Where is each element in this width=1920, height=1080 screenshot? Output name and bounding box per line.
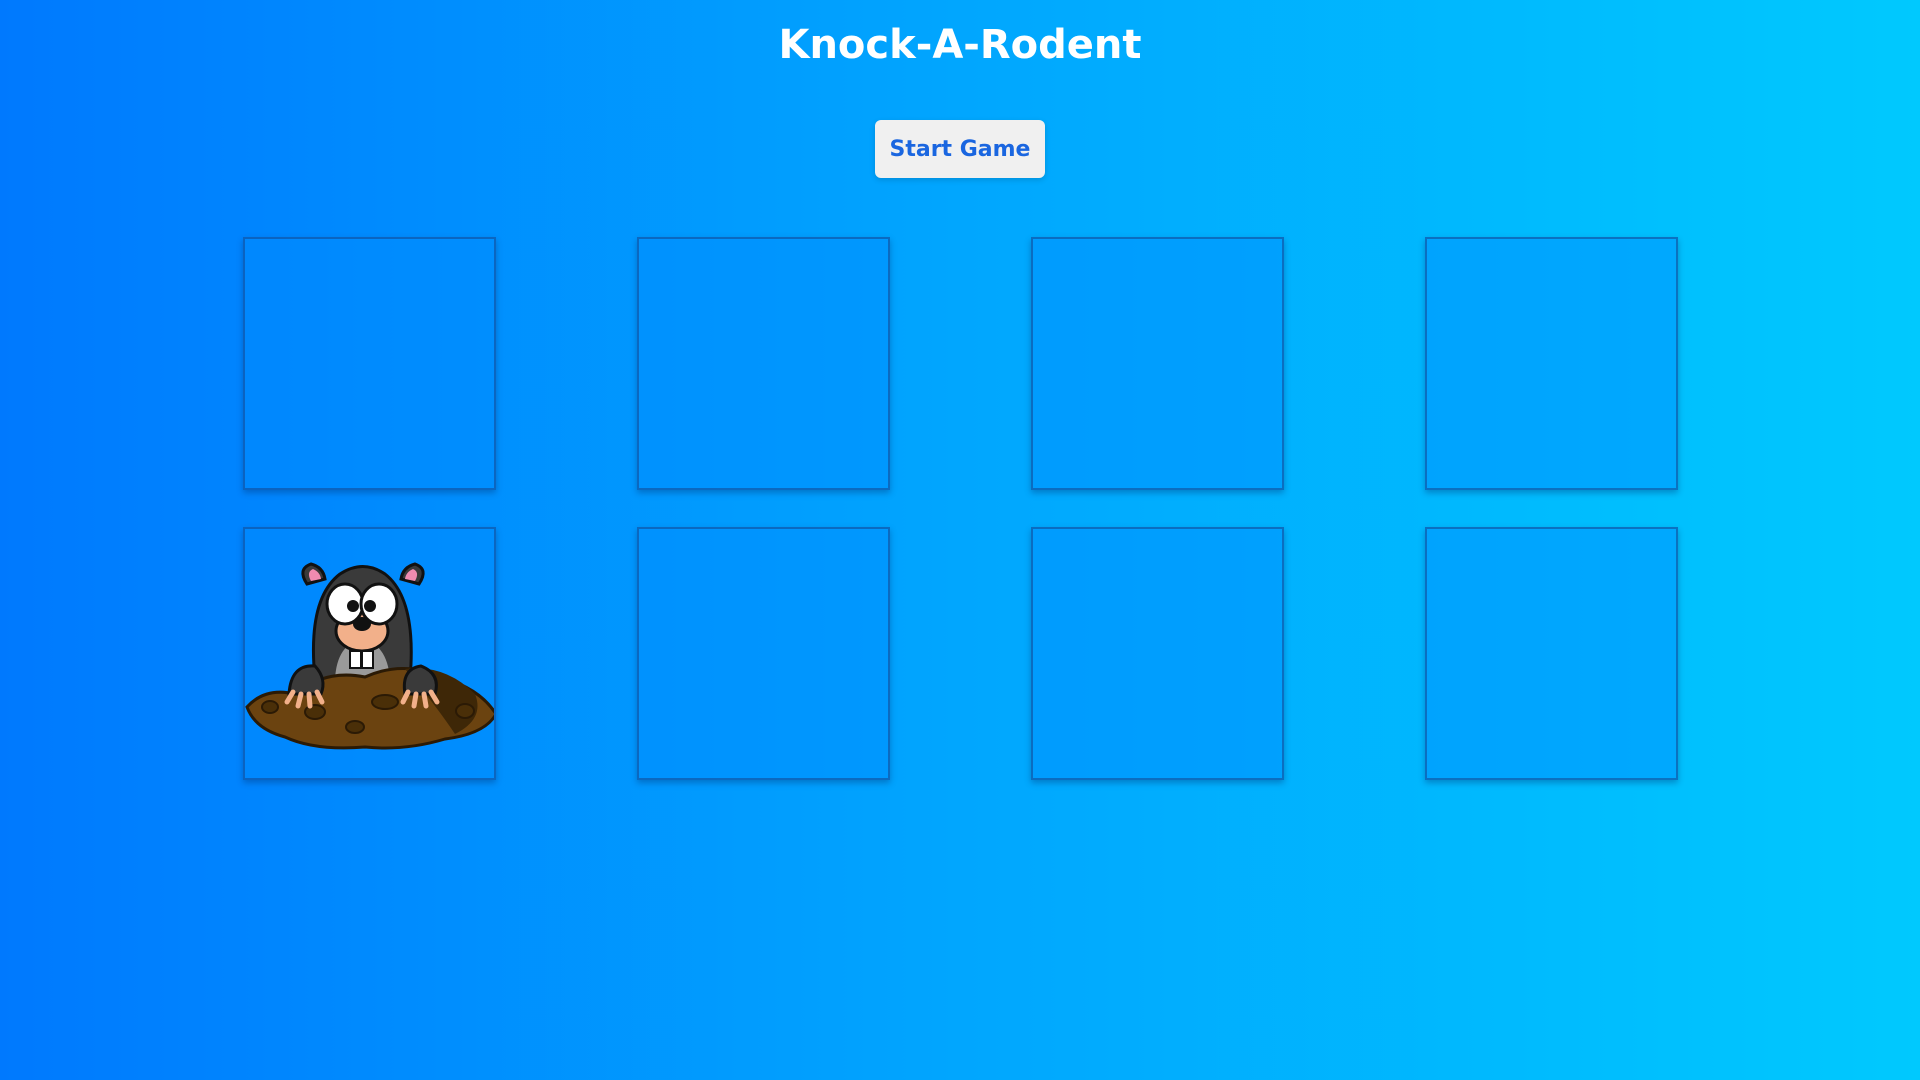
game-board xyxy=(243,237,1678,780)
mole-icon xyxy=(245,562,494,750)
mole-hole[interactable] xyxy=(243,237,496,490)
mole-hole[interactable] xyxy=(637,237,890,490)
mole-hole[interactable] xyxy=(1425,237,1678,490)
mole-hole[interactable] xyxy=(637,527,890,780)
mole-hole[interactable] xyxy=(1031,237,1284,490)
game-title: Knock-A-Rodent xyxy=(778,22,1142,68)
start-game-button[interactable]: Start Game xyxy=(875,120,1045,178)
mole-hole[interactable] xyxy=(1031,527,1284,780)
mole-hole[interactable] xyxy=(1425,527,1678,780)
mole-hole[interactable] xyxy=(243,527,496,780)
